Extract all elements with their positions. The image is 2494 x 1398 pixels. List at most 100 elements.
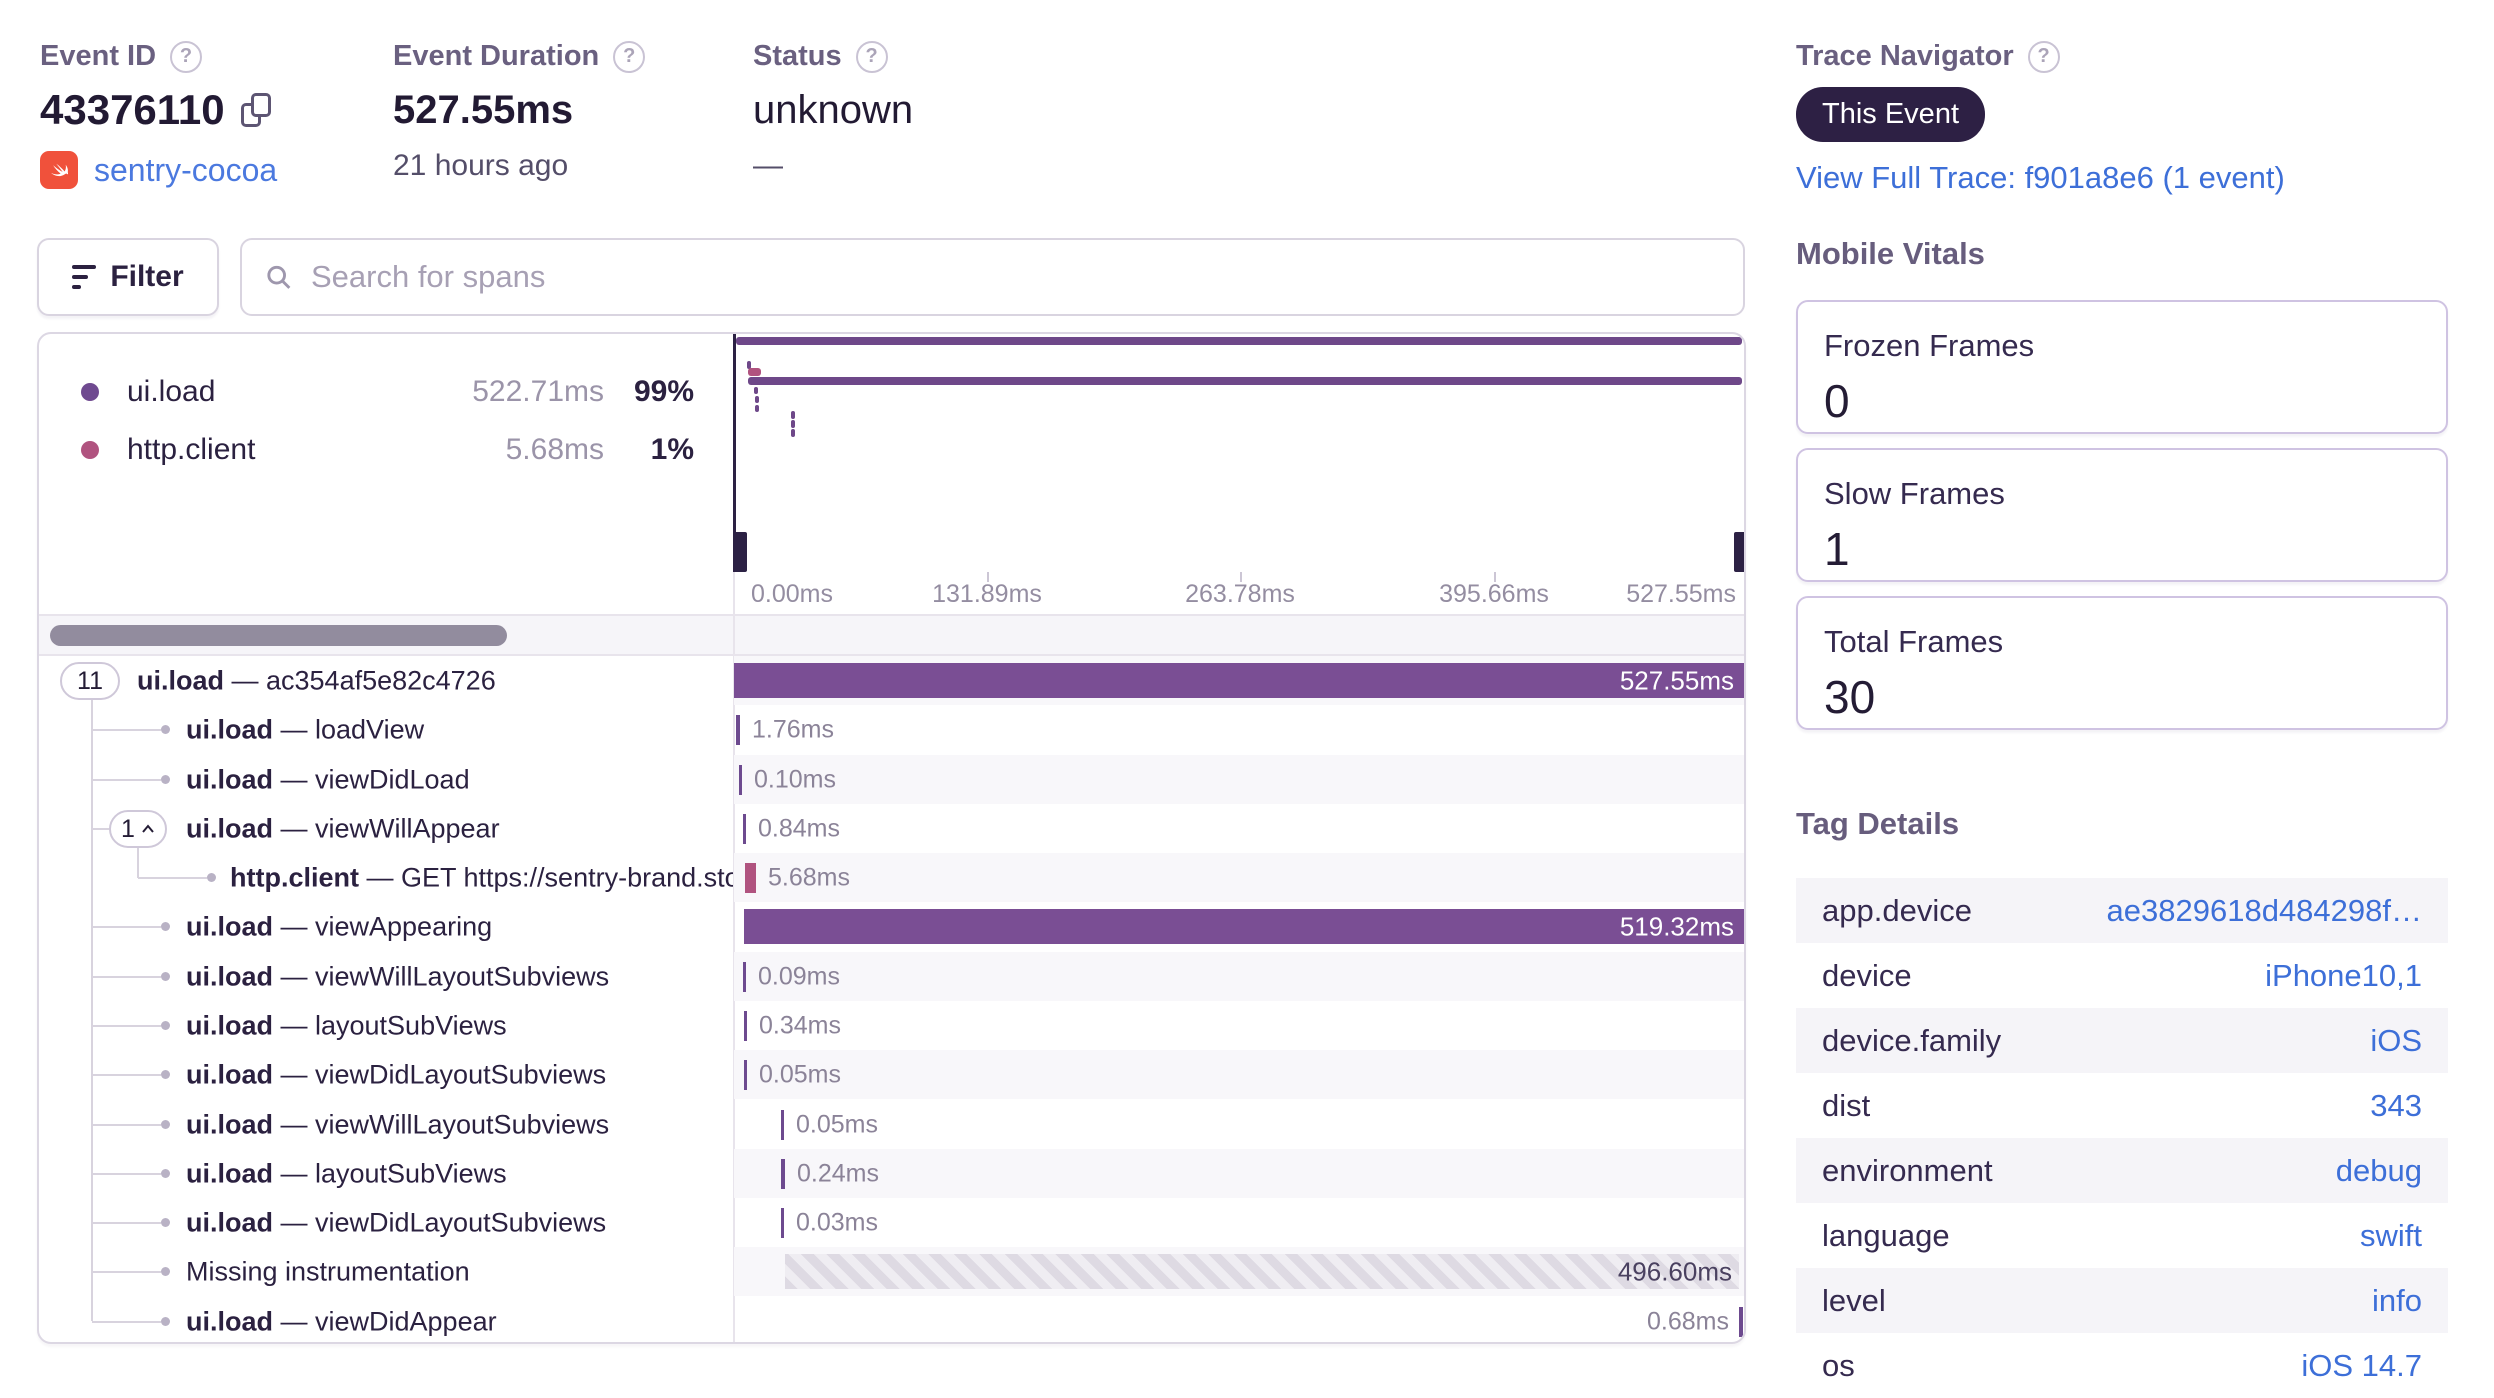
tag-value-link[interactable]: ae3829618d484298f… bbox=[2107, 893, 2422, 929]
event-duration-value: 527.55ms bbox=[393, 87, 574, 132]
event-id-value-row: 43376110 bbox=[40, 85, 277, 135]
event-duration-section: Event Duration ? 527.55ms 21 hours ago bbox=[393, 40, 646, 183]
tree-node-dot bbox=[161, 1120, 170, 1129]
span-bar-cell: 0.03ms bbox=[734, 1198, 1744, 1247]
vital-value: 0 bbox=[1824, 375, 1850, 427]
span-description: ui.load — viewDidAppear bbox=[186, 1306, 497, 1336]
tag-row: level info bbox=[1796, 1268, 2448, 1333]
tag-key: language bbox=[1822, 1217, 1950, 1253]
tree-node-dot bbox=[161, 1218, 170, 1227]
span-row[interactable]: ui.load — viewAppearing 519.32ms bbox=[39, 902, 1744, 951]
status-label: Status bbox=[753, 40, 842, 72]
span-row[interactable]: ui.load — viewWillLayoutSubviews 0.09ms bbox=[39, 952, 1744, 1001]
span-duration-bar bbox=[744, 1060, 747, 1090]
span-row[interactable]: ui.load — layoutSubViews 0.24ms bbox=[39, 1149, 1744, 1198]
op-name: ui.load bbox=[127, 375, 216, 408]
event-duration-ago: 21 hours ago bbox=[393, 149, 569, 182]
minimap-right-handle[interactable] bbox=[1734, 532, 1744, 572]
span-duration-label: 1.76ms bbox=[752, 715, 834, 743]
span-duration-bar bbox=[743, 962, 746, 992]
ops-breakdown-row: ui.load 522.71ms 99% bbox=[39, 363, 733, 421]
span-row[interactable]: ui.load — viewWillLayoutSubviews 0.05ms bbox=[39, 1100, 1744, 1149]
this-event-badge[interactable]: This Event bbox=[1796, 87, 1985, 142]
span-duration-bar bbox=[736, 715, 740, 745]
span-count-pill[interactable]: 1 bbox=[109, 810, 167, 848]
axis-tick-label: 395.66ms bbox=[1439, 580, 1549, 608]
span-duration-label: 519.32ms bbox=[1619, 911, 1734, 941]
minimap-span-mark bbox=[755, 396, 759, 403]
span-tree-cell: ui.load — viewAppearing bbox=[39, 902, 733, 951]
help-icon[interactable]: ? bbox=[2027, 40, 2060, 73]
tag-value-link[interactable]: 343 bbox=[2370, 1088, 2422, 1124]
span-duration-label: 0.03ms bbox=[796, 1208, 878, 1236]
span-row[interactable]: ui.load — layoutSubViews 0.34ms bbox=[39, 1001, 1744, 1050]
help-icon[interactable]: ? bbox=[613, 40, 646, 73]
tree-connector-line bbox=[92, 1321, 161, 1323]
span-description: ui.load — viewDidLayoutSubviews bbox=[186, 1207, 607, 1237]
search-input[interactable] bbox=[308, 258, 1721, 296]
tree-connector-line bbox=[92, 1222, 161, 1224]
filter-icon bbox=[72, 265, 97, 289]
help-icon[interactable]: ? bbox=[170, 40, 203, 73]
span-duration-bar bbox=[744, 1011, 747, 1041]
axis-tick-label: 0.00ms bbox=[751, 580, 833, 608]
span-row[interactable]: ui.load — viewDidAppear 0.68ms bbox=[39, 1297, 1744, 1342]
minimap-span-mark bbox=[748, 377, 1742, 385]
project-row: sentry-cocoa bbox=[40, 151, 277, 189]
trace-minimap[interactable] bbox=[733, 334, 1744, 572]
axis-tick-label: 131.89ms bbox=[932, 580, 1042, 608]
span-search bbox=[240, 238, 1745, 316]
minimap-span-mark bbox=[791, 411, 795, 419]
span-tree-cell: ui.load — viewDidLoad bbox=[39, 755, 733, 804]
tree-node-dot bbox=[161, 1169, 170, 1178]
tree-connector-line bbox=[92, 976, 161, 978]
span-bar-cell: 0.10ms bbox=[734, 755, 1744, 804]
tag-value-link[interactable]: debug bbox=[2336, 1153, 2422, 1189]
horizontal-scrollbar[interactable] bbox=[50, 625, 507, 646]
span-duration-label: 527.55ms bbox=[1619, 665, 1734, 695]
tree-connector-line bbox=[92, 926, 161, 928]
span-duration-bar bbox=[1739, 1307, 1743, 1337]
span-duration-label: 0.34ms bbox=[759, 1011, 841, 1039]
span-row[interactable]: Missing instrumentation 496.60ms bbox=[39, 1247, 1744, 1296]
span-row[interactable]: ui.load — viewDidLayoutSubviews 0.05ms bbox=[39, 1050, 1744, 1099]
tree-connector-line bbox=[92, 1074, 161, 1076]
span-duration-bar bbox=[781, 1208, 784, 1238]
span-bar-cell: 527.55ms bbox=[734, 656, 1744, 705]
tag-value-link[interactable]: swift bbox=[2360, 1218, 2422, 1254]
event-id-label: Event ID bbox=[40, 40, 157, 72]
copy-icon[interactable] bbox=[240, 93, 271, 127]
span-row[interactable]: 11 ui.load — ac354af5e82c4726 527.55ms bbox=[39, 656, 1744, 705]
tag-row: device iPhone10,1 bbox=[1796, 943, 2448, 1008]
tag-value-link[interactable]: info bbox=[2372, 1283, 2422, 1319]
span-duration-bar bbox=[734, 663, 1744, 698]
project-link[interactable]: sentry-cocoa bbox=[94, 152, 277, 189]
help-icon[interactable]: ? bbox=[855, 40, 888, 73]
span-bar-cell: 0.24ms bbox=[734, 1149, 1744, 1198]
status-sub: — bbox=[753, 149, 783, 182]
vital-value: 1 bbox=[1824, 523, 1850, 575]
axis-tick-label: 263.78ms bbox=[1185, 580, 1295, 608]
span-row[interactable]: 1 ui.load — viewWillAppear 0.84ms bbox=[39, 804, 1744, 853]
span-row[interactable]: ui.load — viewDidLayoutSubviews 0.03ms bbox=[39, 1198, 1744, 1247]
span-duration-label: 0.09ms bbox=[758, 962, 840, 990]
span-row[interactable]: ui.load — viewDidLoad 0.10ms bbox=[39, 755, 1744, 804]
tree-node-dot bbox=[161, 1070, 170, 1079]
span-tree-cell: ui.load — viewWillLayoutSubviews bbox=[39, 1100, 733, 1149]
tag-value-link[interactable]: iOS bbox=[2370, 1023, 2422, 1059]
span-duration-label: 0.84ms bbox=[758, 814, 840, 842]
span-description: ui.load — ac354af5e82c4726 bbox=[137, 665, 496, 695]
span-duration-label: 496.60ms bbox=[1617, 1256, 1732, 1286]
span-count-pill[interactable]: 11 bbox=[60, 662, 120, 700]
filter-button[interactable]: Filter bbox=[37, 238, 219, 316]
minimap-left-handle[interactable] bbox=[733, 532, 747, 572]
tag-key: environment bbox=[1822, 1152, 1993, 1188]
span-tree-cell: ui.load — viewDidAppear bbox=[39, 1297, 733, 1342]
tag-value-link[interactable]: iPhone10,1 bbox=[2265, 958, 2422, 994]
minimap-span-mark bbox=[748, 368, 761, 376]
minimap-span-mark bbox=[754, 387, 758, 394]
minimap-span-mark bbox=[755, 405, 759, 412]
view-full-trace-link[interactable]: View Full Trace: f901a8e6 (1 event) bbox=[1796, 160, 2285, 196]
span-row[interactable]: ui.load — loadView 1.76ms bbox=[39, 705, 1744, 754]
span-row[interactable]: http.client — GET https://sentry-brand.s… bbox=[39, 853, 1744, 902]
